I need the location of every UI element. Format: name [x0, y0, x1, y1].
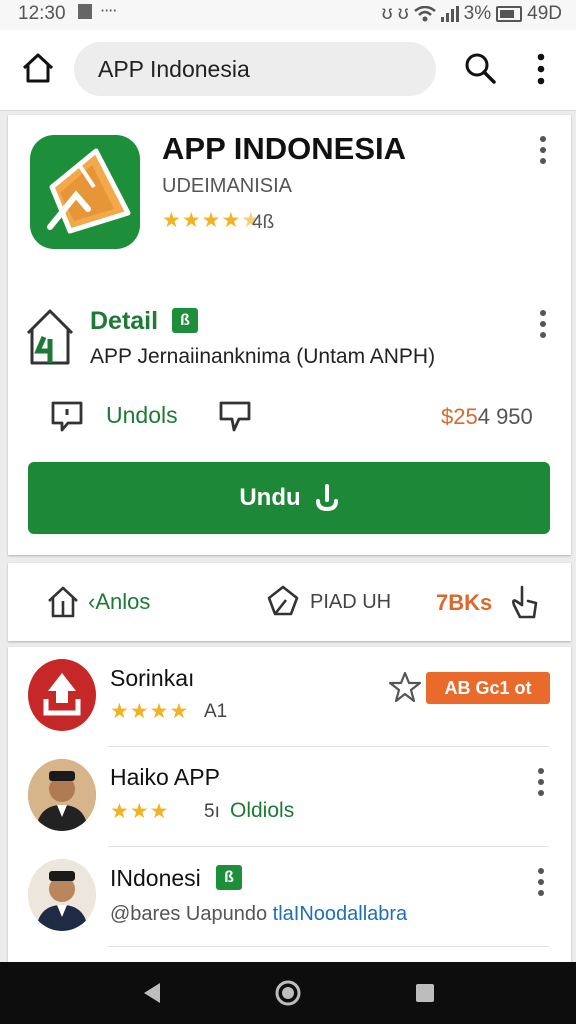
price-value: $254 950	[441, 404, 533, 430]
person-avatar	[28, 859, 96, 931]
list-item-stars: ★★★★	[110, 700, 190, 723]
person-avatar	[28, 759, 96, 831]
recents-icon[interactable]	[410, 978, 440, 1008]
status-right-text: 49D	[527, 3, 562, 24]
list-item[interactable]: Haiko APP ★★★ 5ı Oldiols	[8, 747, 571, 847]
status-right: ʊ ʊ 3% 49D	[382, 3, 562, 25]
comment-icon[interactable]	[50, 399, 84, 433]
app-rating-stars: ★★★★★	[162, 208, 261, 233]
stat-label-piad[interactable]: PIAD UH	[310, 591, 391, 614]
status-time: 12:30	[18, 3, 66, 24]
pin-icon[interactable]	[266, 584, 300, 618]
price-rest: 4 950	[477, 404, 533, 429]
hand-icon[interactable]	[508, 583, 542, 621]
price-prefix: $25	[441, 404, 478, 429]
undo-label[interactable]: Undols	[106, 402, 178, 429]
detail-badge: ß	[172, 308, 198, 333]
list-item-sub-link[interactable]: tlaINoodallabra	[273, 903, 408, 925]
list-item-badge: ß	[216, 865, 242, 890]
app-rating-value: 4ß	[252, 212, 275, 233]
detail-subtitle: APP Jernaiinanknima (Untam ANPH)	[90, 345, 436, 368]
battery-percent: 3%	[463, 3, 492, 24]
wifi-icon	[413, 6, 436, 22]
list-item[interactable]: Sorinkaı ★★★★ A1 AB Gc1 ot	[8, 647, 571, 747]
star-outline-icon[interactable]	[388, 671, 422, 703]
back-icon[interactable]	[138, 978, 168, 1008]
status-dots: ⋅⋅⋅⋅	[100, 3, 117, 20]
row-divider	[108, 946, 549, 947]
stats-card: ‹Anlos PIAD UH 7BKs	[8, 563, 571, 641]
list-item-stars: ★★★	[110, 800, 170, 823]
promo-chip[interactable]: AB Gc1 ot	[426, 672, 550, 704]
signal-icon	[440, 6, 459, 22]
app-list: Sorinkaı ★★★★ A1 AB Gc1 ot Haiko APP ★★★…	[8, 647, 571, 967]
home-nav-icon[interactable]	[273, 978, 303, 1008]
detail-label[interactable]: Detail	[90, 307, 158, 336]
stat-label-apps[interactable]: ‹Anlos	[88, 589, 150, 615]
list-item-title: Haiko APP	[110, 764, 220, 790]
search-input[interactable]: APP Indonesia	[74, 42, 436, 96]
list-item-more-icon[interactable]	[536, 767, 546, 797]
house-icon[interactable]	[46, 585, 80, 619]
detail-building-icon	[26, 309, 74, 365]
notification-icon	[78, 4, 92, 19]
status-bar: 12:30 ⋅⋅⋅⋅ ʊ ʊ 3% 49D	[0, 0, 576, 30]
list-item-title: Sorinkaı	[110, 665, 195, 691]
detail-more-icon[interactable]	[538, 309, 548, 339]
flag-icon[interactable]	[218, 399, 252, 433]
search-icon[interactable]	[462, 50, 498, 86]
top-bar: APP Indonesia	[0, 30, 576, 111]
install-button[interactable]: Undu	[28, 462, 550, 534]
app-full-stars: ★★★★	[162, 209, 242, 232]
app-logo-icon[interactable]	[30, 135, 140, 249]
app-card: APP INDONESIA UDEIMANISIA ★★★★★ 4ß Detai…	[8, 115, 571, 555]
system-nav-bar	[0, 962, 576, 1024]
list-item-rating: A1	[204, 701, 228, 722]
install-label: Undu	[239, 484, 301, 511]
list-item-title: INdonesi	[110, 865, 201, 891]
list-item-extra: Oldiols	[230, 799, 295, 822]
app-title: APP INDONESIA	[162, 131, 407, 166]
list-item-subtitle: @bares Uapundo tlaINoodallabra	[110, 903, 407, 926]
app-more-icon[interactable]	[538, 135, 548, 165]
home-icon[interactable]	[20, 50, 56, 86]
list-item-more-icon[interactable]	[536, 867, 546, 897]
battery-icon	[496, 6, 523, 22]
download-icon	[315, 484, 338, 512]
stat-label-count: 7BKs	[436, 590, 493, 615]
list-item-sub-prefix: @bares Uapundo	[110, 903, 268, 925]
app-developer[interactable]: UDEIMANISIA	[162, 175, 292, 198]
upload-logo-icon	[28, 659, 96, 731]
list-item-rating: 5ı	[204, 801, 220, 822]
overflow-menu-icon[interactable]	[528, 52, 554, 86]
status-alarm-icon: ʊ ʊ	[381, 3, 409, 24]
list-item[interactable]: INdonesi ß @bares Uapundo tlaINoodallabr…	[8, 847, 571, 947]
